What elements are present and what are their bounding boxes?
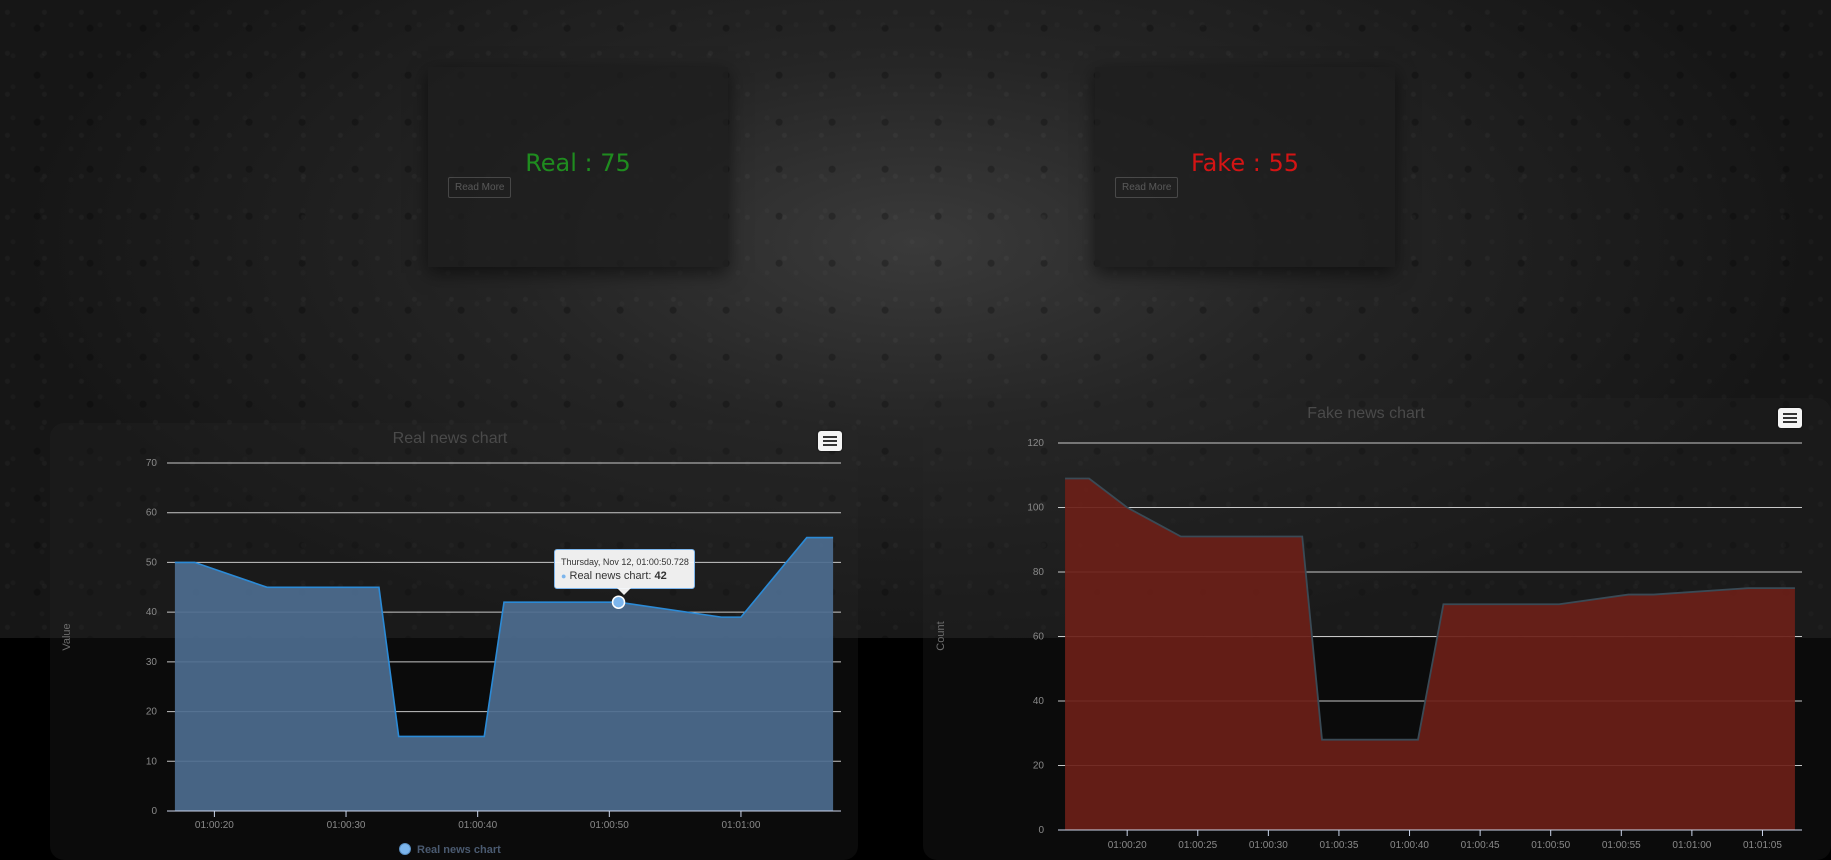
y-tick-label: 10 — [146, 756, 158, 767]
x-tick-label: 01:01:00 — [1672, 840, 1711, 851]
x-tick-label: 01:00:25 — [1178, 840, 1217, 851]
x-tick-label: 01:00:50 — [590, 820, 629, 831]
tooltip-date: Thursday, Nov 12, 01:00:50.728 — [561, 557, 689, 567]
series-area — [174, 537, 834, 811]
tooltip-bullet-icon: ● — [561, 571, 567, 581]
x-tick-label: 01:00:40 — [458, 820, 497, 831]
y-axis-title: Count — [935, 621, 947, 650]
hover-point-marker — [611, 595, 626, 609]
y-tick-label: 120 — [1027, 438, 1044, 449]
tooltip-series-line: ● Real news chart: 42 — [561, 570, 667, 582]
legend-marker — [399, 843, 411, 855]
tooltip-series-name: Real news chart — [569, 570, 649, 582]
x-tick-label: 01:00:55 — [1602, 840, 1641, 851]
tooltip-arrow — [617, 588, 631, 595]
y-tick-label: 0 — [1038, 825, 1044, 836]
x-tick-label: 01:00:45 — [1461, 840, 1500, 851]
y-tick-label: 40 — [146, 607, 158, 618]
x-tick-label: 01:00:20 — [1108, 840, 1147, 851]
y-tick-label: 80 — [1033, 567, 1045, 578]
y-tick-label: 30 — [146, 657, 158, 668]
charts-svg: 0 10 20 30 40 50 60 70 01:00:20 01:00:30 01:00:40 0… — [61, 438, 1802, 856]
tooltip-value: 42 — [654, 570, 667, 582]
legend-label: Real news chart — [417, 844, 501, 856]
y-tick-label: 50 — [146, 557, 158, 568]
y-tick-label: 70 — [146, 458, 158, 469]
x-tick-label: 01:01:05 — [1743, 840, 1782, 851]
y-tick-label: 60 — [146, 508, 158, 519]
chart-tooltip: Thursday, Nov 12, 01:00:50.728 ● Real ne… — [554, 549, 695, 595]
x-tick-label: 01:00:50 — [1531, 840, 1570, 851]
y-axis-title: Value — [61, 623, 73, 650]
y-tick-label: 0 — [151, 806, 157, 817]
y-tick-label: 20 — [146, 707, 158, 718]
series-area — [1065, 478, 1795, 830]
x-tick-label: 01:00:30 — [327, 820, 366, 831]
y-tick-label: 100 — [1027, 503, 1044, 514]
y-tick-label: 20 — [1033, 761, 1045, 772]
x-tick-label: 01:01:00 — [721, 820, 760, 831]
y-tick-label: 40 — [1033, 696, 1045, 707]
y-tick-label: 60 — [1033, 632, 1045, 643]
x-tick-label: 01:00:35 — [1319, 840, 1358, 851]
x-tick-label: 01:00:20 — [195, 820, 234, 831]
x-tick-label: 01:00:40 — [1390, 840, 1429, 851]
x-tick-label: 01:00:30 — [1249, 840, 1288, 851]
